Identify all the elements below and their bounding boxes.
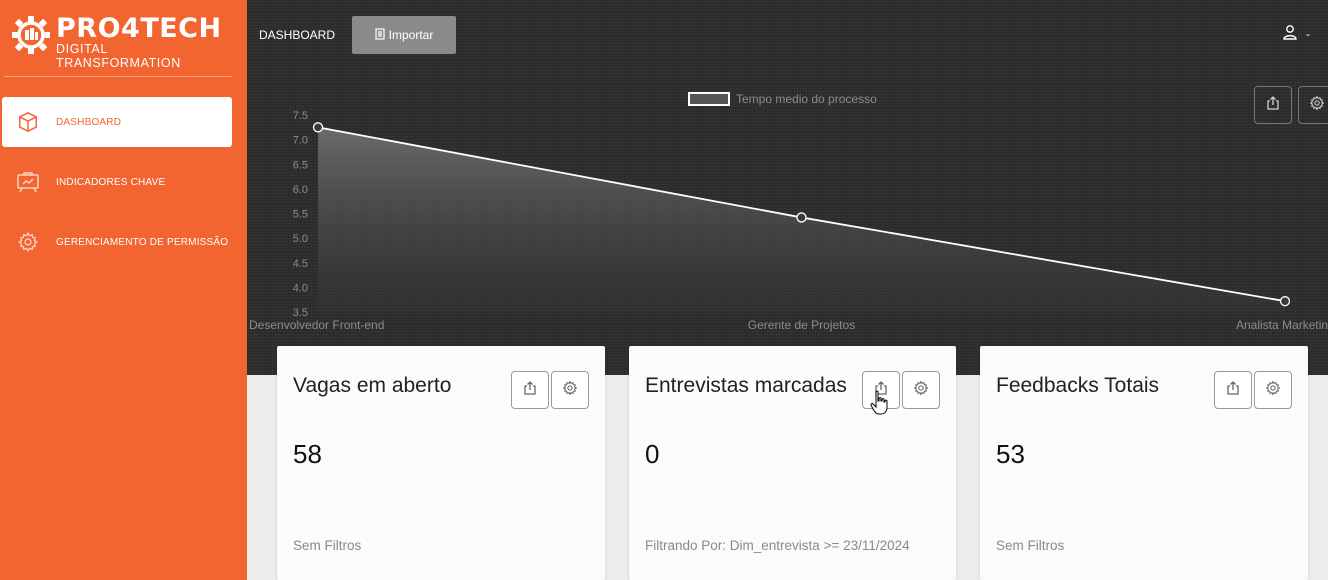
y-tick-label: 4.0: [293, 282, 308, 294]
card-filter-text: Sem Filtros: [996, 538, 1065, 553]
user-icon: [1282, 24, 1298, 43]
card-value: 58: [293, 439, 322, 469]
y-tick-label: 7.0: [293, 135, 308, 147]
card-export-button[interactable]: [511, 371, 549, 409]
y-tick-label: 6.0: [293, 184, 308, 196]
y-tick-label: 6.5: [293, 159, 308, 171]
y-tick-label: 4.5: [293, 258, 308, 270]
brand-subtitle: DIGITAL TRANSFORMATION: [56, 42, 181, 70]
legend-label: Tempo medio do processo: [736, 92, 877, 106]
y-tick-label: 5.5: [293, 209, 308, 221]
y-tick-label: 5.0: [293, 233, 308, 245]
sidebar-item-label: DASHBOARD: [56, 116, 122, 128]
card-title: Entrevistas marcadas: [645, 374, 847, 397]
area-chart: 3.54.04.55.05.56.06.57.07.5Desenvolvedor…: [249, 92, 1328, 332]
import-button-label: Importar: [388, 28, 434, 42]
x-tick-label: Analista Marketing: [1236, 318, 1328, 332]
card-export-button[interactable]: [1214, 371, 1252, 409]
x-tick-label: Desenvolvedor Front-end: [249, 318, 384, 332]
sidebar-divider: [4, 76, 232, 77]
gear-icon: [562, 380, 578, 401]
card-settings-button[interactable]: [902, 371, 940, 409]
presentation-board-icon: [16, 170, 40, 194]
sidebar-item-indicadores[interactable]: INDICADORES CHAVE: [2, 157, 232, 207]
card-settings-button[interactable]: [1254, 371, 1292, 409]
gear-icon: [1265, 380, 1281, 401]
gear-icon: [913, 380, 929, 401]
card-settings-button[interactable]: [551, 371, 589, 409]
card-title: Vagas em aberto: [293, 374, 452, 397]
data-point: [796, 212, 807, 223]
brand-logo[interactable]: PRO4TECH DIGITAL TRANSFORMATION: [10, 13, 232, 70]
user-menu[interactable]: -: [1282, 24, 1310, 43]
sidebar-item-permissoes[interactable]: GERENCIAMENTO DE PERMISSÃO: [2, 217, 232, 267]
data-point: [312, 122, 324, 133]
kpi-card: Vagas em aberto 58 Sem Filtros: [277, 346, 605, 580]
card-value: 0: [645, 439, 660, 469]
kpi-card: Feedbacks Totais 53 Sem Filtros: [980, 346, 1308, 580]
card-filter-text: Filtrando Por: Dim_entrevista >= 23/11/2…: [645, 538, 910, 553]
share-icon: [523, 380, 537, 400]
gear-icon: [16, 230, 40, 254]
y-tick-label: 7.5: [293, 110, 308, 122]
user-caret: -: [1306, 26, 1310, 41]
card-title: Feedbacks Totais: [996, 374, 1160, 397]
data-point: [1279, 296, 1291, 307]
share-icon: [1226, 380, 1240, 400]
kpi-card: Entrevistas marcadas 0 Filtrando Por: Di…: [629, 346, 956, 580]
card-filter-text: Sem Filtros: [293, 538, 362, 553]
sidebar-item-label: GERENCIAMENTO DE PERMISSÃO: [56, 236, 229, 248]
hand-cursor-icon: [870, 390, 888, 415]
x-tick-label: Gerente de Projetos: [748, 318, 855, 332]
sidebar: PRO4TECH DIGITAL TRANSFORMATION DASHBOAR…: [0, 0, 247, 580]
cube-icon: [16, 110, 40, 134]
document-icon: [375, 27, 385, 43]
card-value: 53: [996, 439, 1025, 469]
brand-title: PRO4TECH: [56, 13, 222, 44]
sidebar-item-dashboard[interactable]: DASHBOARD: [2, 97, 232, 147]
import-button[interactable]: Importar: [352, 16, 456, 54]
sidebar-item-label: INDICADORES CHAVE: [56, 176, 166, 188]
gear-logo-icon: [12, 16, 50, 54]
legend-swatch: [688, 92, 730, 106]
nav-dashboard-link[interactable]: DASHBOARD: [259, 28, 335, 42]
